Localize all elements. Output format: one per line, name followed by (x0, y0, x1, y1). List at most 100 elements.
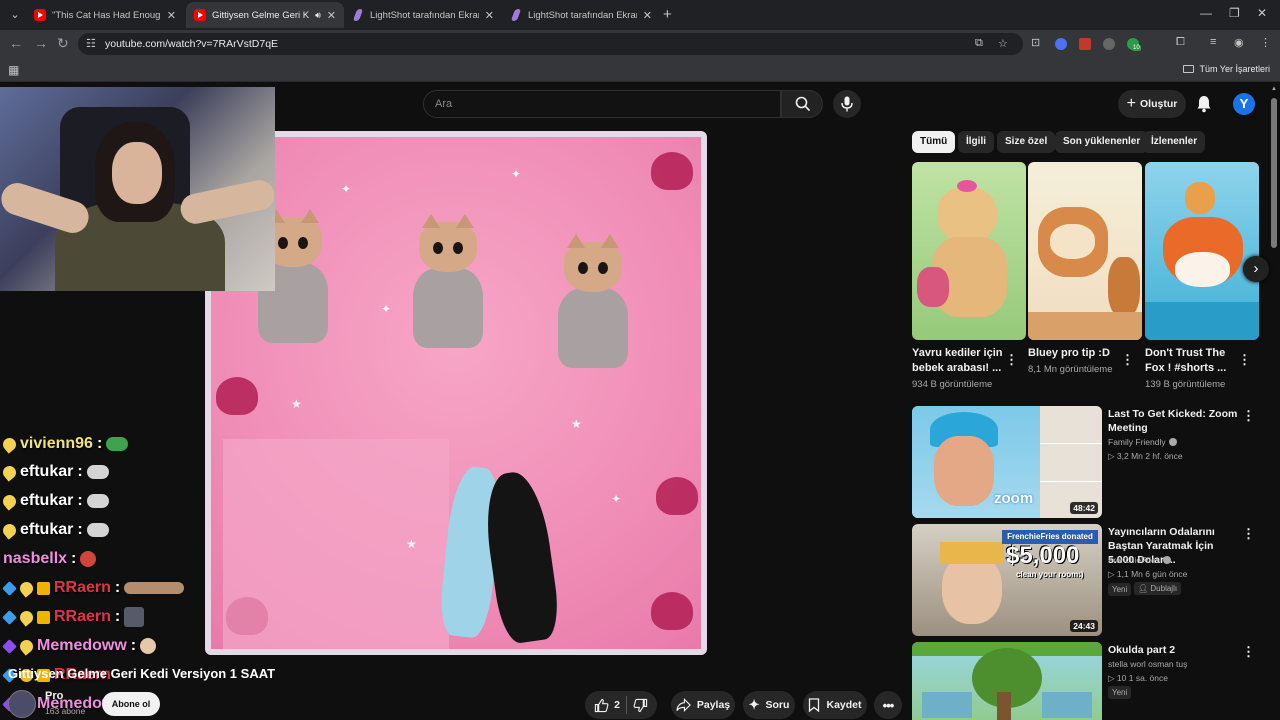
restore-icon[interactable]: ❐ (1229, 6, 1240, 20)
chat-username: Memedoww (37, 637, 127, 654)
extension-icon[interactable] (1103, 38, 1115, 50)
url-text[interactable]: youtube.com/watch?v=7RArVstD7qE (105, 38, 278, 50)
recommended-video[interactable]: zoom 48:42 Last To Get Kicked: Zoom Meet… (912, 406, 1257, 518)
video-channel[interactable]: stella worl osman tuş (1108, 659, 1187, 669)
moon-badge-icon (17, 636, 36, 656)
cast-icon[interactable]: ⧉ (975, 37, 983, 50)
folder-icon (1183, 65, 1195, 73)
microphone-icon (841, 96, 853, 112)
more-vert-icon[interactable]: ⋮ (1005, 352, 1018, 368)
extension-icon[interactable]: ⊡ (1031, 36, 1040, 49)
scrollbar-thumb[interactable] (1271, 98, 1277, 248)
all-bookmarks[interactable]: Tüm Yer İşaretleri (1183, 64, 1270, 74)
apps-grid-icon[interactable]: ▦ (8, 63, 19, 77)
extension-icon[interactable] (1055, 38, 1067, 50)
short-card[interactable]: Yavru kediler için bebek arabası! ... 93… (912, 162, 1026, 390)
bookmark-star-icon[interactable]: ☆ (998, 37, 1008, 50)
tab-search-icon[interactable]: ⌄ (6, 6, 24, 24)
short-card[interactable]: Bluey pro tip :D 8,1 Mn görüntüleme ⋮ (1028, 162, 1142, 375)
address-bar[interactable]: ☷ youtube.com/watch?v=7RArVstD7qE ⧉ ☆ (78, 33, 1023, 55)
chat-message: eftukar: (0, 489, 109, 513)
short-thumbnail[interactable] (1028, 162, 1142, 340)
chip-for-you[interactable]: Size özel (997, 131, 1056, 153)
dubbed-badge: 👤︎ Dublajlı (1134, 582, 1182, 595)
extensions-puzzle-icon[interactable]: ⧠ (1176, 36, 1185, 49)
account-avatar[interactable]: Y (1233, 93, 1255, 115)
sparkle-icon: ✦ (748, 697, 760, 712)
recommended-video[interactable]: Okulda part 2 stella worl osman tuş ▷ 10… (912, 642, 1257, 720)
page-scrollbar[interactable]: ▲ (1271, 86, 1277, 720)
menu-dots-icon[interactable]: ⋮ (1260, 36, 1271, 49)
verified-icon (1168, 438, 1177, 446)
more-vert-icon[interactable]: ⋮ (1238, 352, 1251, 368)
save-button[interactable]: Kaydet (803, 691, 867, 719)
new-tab-icon[interactable]: + (663, 6, 672, 23)
video-thumbnail[interactable]: zoom 48:42 (912, 406, 1102, 518)
upload-age: 1 sa. önce (1128, 673, 1168, 683)
more-vert-icon[interactable]: ⋮ (1242, 408, 1255, 424)
thumbs-down-icon[interactable] (633, 698, 648, 713)
play-icon: ▷ (1108, 451, 1115, 461)
short-card[interactable]: Don't Trust The Fox ! #shorts ... 139 B … (1145, 162, 1259, 390)
chat-username: eftukar (20, 463, 74, 480)
channel-name[interactable]: Pro (45, 690, 63, 702)
chip-all[interactable]: Tümü (912, 131, 956, 153)
chevron-right-icon[interactable]: › (1243, 256, 1269, 282)
search-input[interactable]: Ara (423, 90, 781, 118)
chat-message: RRaern: (2, 605, 145, 629)
more-vert-icon[interactable]: ⋮ (1121, 352, 1134, 368)
like-button[interactable]: 2 (594, 698, 620, 713)
subscribe-button[interactable]: Abone ol (102, 692, 160, 716)
more-vert-icon[interactable]: ⋮ (1242, 526, 1255, 542)
close-icon[interactable]: ✕ (327, 9, 336, 22)
voice-search-button[interactable] (833, 90, 861, 118)
close-window-icon[interactable]: ✕ (1257, 6, 1267, 20)
share-arrow-icon (676, 698, 691, 712)
close-icon[interactable]: ✕ (167, 9, 176, 22)
notifications-bell-icon[interactable] (1196, 95, 1212, 113)
video-channel[interactable]: Family Friendly (1108, 437, 1177, 447)
search-button[interactable] (781, 90, 823, 118)
chat-message: RRaern: (2, 576, 185, 600)
ask-button[interactable]: ✦ Soru (743, 691, 795, 719)
chip-related[interactable]: İlgili (958, 131, 994, 153)
chip-watched[interactable]: İzlenenler (1143, 131, 1206, 153)
sparkle-decoration: ✦ (341, 182, 352, 196)
video-player[interactable]: ✦ ✦ ✦ ★ ✦ ★ ★ (205, 131, 707, 655)
tab-4[interactable]: LightShot tarafından Ekran Gör ✕ (502, 2, 660, 28)
moon-badge-icon (17, 607, 36, 627)
video-thumbnail[interactable] (912, 642, 1102, 720)
create-button[interactable]: + Oluştur (1118, 90, 1186, 118)
close-icon[interactable]: ✕ (485, 9, 494, 22)
speaker-icon[interactable]: 🔊︎ (315, 10, 321, 21)
more-actions-button[interactable]: ••• (874, 691, 902, 719)
video-thumbnail[interactable]: FrenchieFries donated $5,000 clean your … (912, 524, 1102, 636)
short-thumbnail[interactable] (912, 162, 1026, 340)
chip-recent[interactable]: Son yüklenenler (1055, 131, 1149, 153)
moon-badge-icon (0, 491, 19, 511)
sparkle-decoration: ✦ (511, 167, 522, 181)
site-info-icon[interactable]: ☷ (86, 37, 96, 50)
reload-icon[interactable]: ↻ (57, 35, 69, 52)
close-icon[interactable]: ✕ (643, 9, 652, 22)
video-title: Okulda part 2 (1108, 644, 1176, 656)
short-thumbnail[interactable] (1145, 162, 1259, 340)
chat-message: Memedoww: (2, 634, 157, 658)
minimize-icon[interactable]: — (1200, 6, 1212, 20)
share-button[interactable]: Paylaş (671, 691, 735, 719)
back-icon[interactable]: ← (9, 35, 23, 51)
video-channel[interactable]: FrenchieFries (1108, 555, 1171, 565)
extension-icon[interactable] (1079, 38, 1091, 50)
tab-3[interactable]: LightShot tarafından Ekran Gör ✕ (344, 2, 502, 28)
scroll-up-icon[interactable]: ▲ (1271, 86, 1277, 92)
forward-icon[interactable]: → (34, 35, 48, 51)
tab-1[interactable]: "This Cat Has Had Enough of O ✕ (26, 2, 184, 28)
tab-2[interactable]: Gittiysen Gelme Geri Kedi V 🔊︎ ✕ (186, 2, 344, 28)
heart-decoration (651, 592, 693, 630)
profile-icon[interactable]: ◉ (1234, 36, 1244, 49)
more-vert-icon[interactable]: ⋮ (1242, 644, 1255, 660)
channel-avatar[interactable] (8, 690, 36, 718)
recommended-video[interactable]: FrenchieFries donated $5,000 clean your … (912, 524, 1257, 636)
media-control-icon[interactable]: ≡ (1210, 36, 1216, 48)
chat-username: RRaern (54, 579, 111, 596)
